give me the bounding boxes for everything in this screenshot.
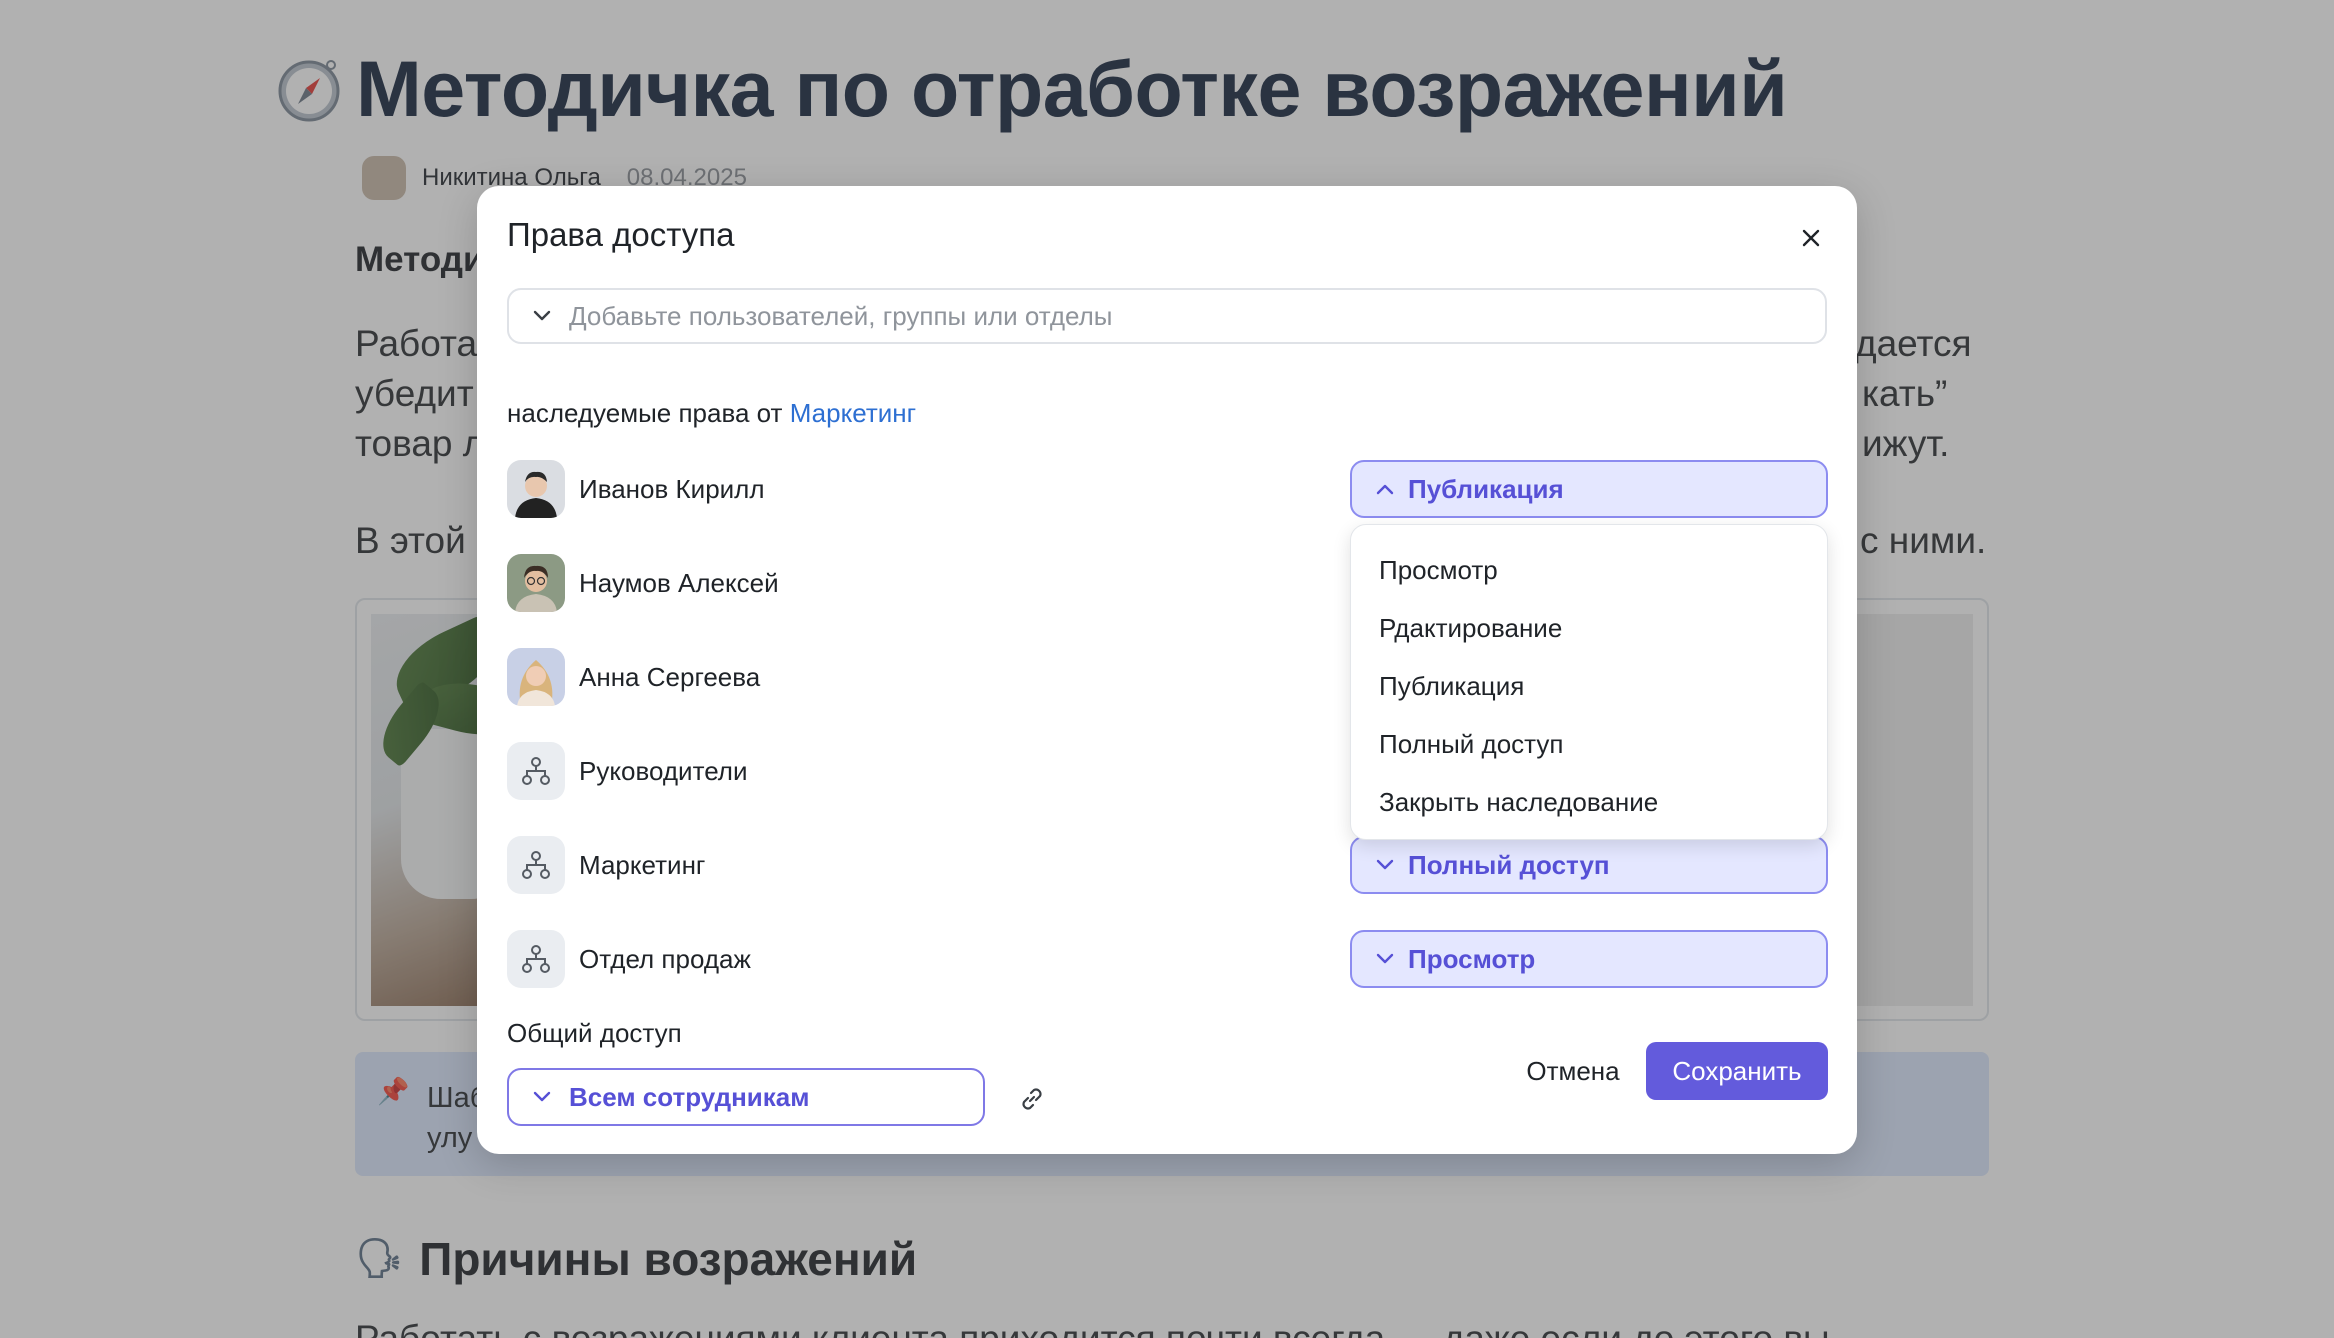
permission-value: Просмотр [1408, 943, 1536, 974]
close-icon [1802, 229, 1820, 247]
shared-access-label: Общий доступ [507, 1018, 682, 1048]
avatar-photo [507, 648, 565, 706]
avatar [507, 648, 565, 706]
menu-item-view[interactable]: Просмотр [1351, 541, 1827, 599]
link-icon [1022, 1088, 1042, 1110]
member-name: Наумов Алексей [579, 567, 779, 598]
cancel-button[interactable]: Отмена [1503, 1042, 1643, 1100]
avatar-photo [507, 554, 565, 612]
inherited-prefix: наследуемые права от [507, 398, 783, 428]
org-structure-icon [522, 757, 550, 785]
menu-item-full-access[interactable]: Полный доступ [1351, 715, 1827, 773]
permission-dropdown-menu: Просмотр Рдактирование Публикация Полный… [1350, 524, 1828, 840]
member-name: Анна Сергеева [579, 661, 761, 692]
avatar [507, 460, 565, 518]
access-rights-dialog: Права доступа наследуемые права от Марке… [477, 186, 1857, 1154]
add-members-input[interactable] [569, 300, 1769, 332]
avatar-photo [507, 460, 565, 518]
permission-value: Публикация [1408, 473, 1564, 504]
chevron-up-icon [1376, 484, 1394, 495]
permission-select[interactable]: Просмотр [1350, 930, 1828, 988]
permission-select[interactable]: Полный доступ [1350, 836, 1828, 894]
menu-item-edit[interactable]: Рдактирование [1351, 599, 1827, 657]
chevron-down-icon [533, 1091, 551, 1102]
group-avatar [507, 930, 565, 988]
save-button[interactable]: Сохранить [1646, 1042, 1828, 1100]
shared-access-value: Всем сотрудникам [569, 1081, 810, 1112]
chevron-down-icon [533, 310, 551, 321]
inherited-source-link[interactable]: Маркетинг [790, 398, 916, 428]
menu-item-publish[interactable]: Публикация [1351, 657, 1827, 715]
group-avatar [507, 836, 565, 894]
avatar [507, 554, 565, 612]
chevron-down-icon [1376, 953, 1394, 964]
menu-item-close-inheritance[interactable]: Закрыть наследование [1351, 773, 1827, 831]
inherited-rights-label: наследуемые права от Маркетинг [507, 398, 916, 429]
org-structure-icon [522, 851, 550, 879]
chevron-down-icon [1376, 859, 1394, 870]
shared-access-select[interactable]: Всем сотрудникам [507, 1068, 985, 1126]
copy-link-button[interactable] [1015, 1082, 1049, 1116]
member-name: Отдел продаж [579, 943, 751, 974]
member-name: Маркетинг [579, 849, 706, 880]
permission-select[interactable]: Публикация [1350, 460, 1828, 518]
dialog-title: Права доступа [507, 216, 735, 253]
org-structure-icon [522, 945, 550, 973]
group-avatar [507, 742, 565, 800]
member-name: Руководители [579, 755, 748, 786]
member-name: Иванов Кирилл [579, 473, 765, 504]
add-members-select[interactable] [507, 288, 1827, 344]
permission-value: Полный доступ [1408, 849, 1610, 880]
close-button[interactable] [1795, 222, 1827, 254]
